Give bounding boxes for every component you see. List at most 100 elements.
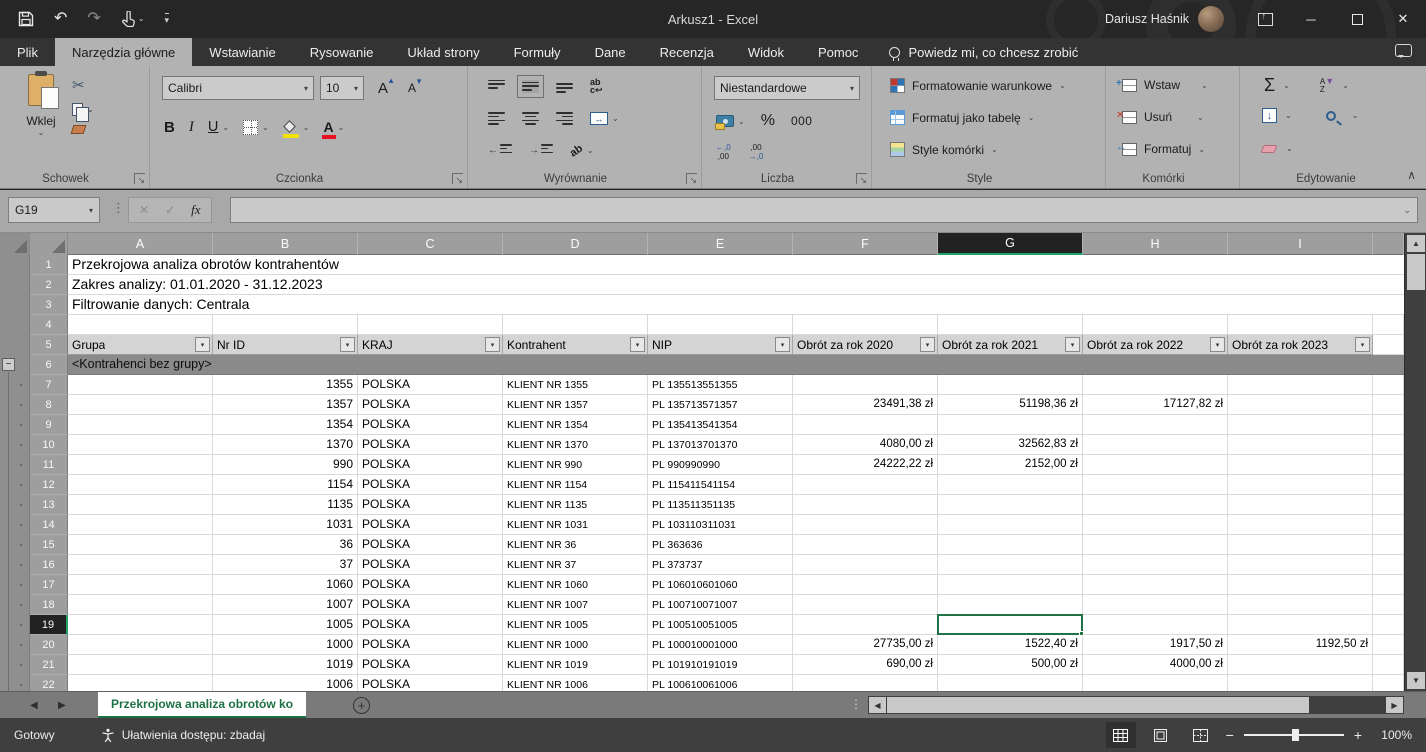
cell[interactable]: 1007: [213, 595, 358, 615]
cell[interactable]: KLIENT NR 1006: [503, 675, 648, 691]
cell[interactable]: [1083, 495, 1228, 515]
cell[interactable]: [793, 415, 938, 435]
cell[interactable]: 1917,50 zł: [1083, 635, 1228, 655]
cell[interactable]: [1373, 315, 1404, 335]
dialog-launcher-alignment[interactable]: ↘: [686, 173, 697, 184]
horizontal-scrollbar[interactable]: ◀ ▶: [868, 696, 1404, 714]
decrease-font-button[interactable]: A▼: [408, 81, 416, 95]
cell[interactable]: POLSKA: [358, 575, 503, 595]
row-header-16[interactable]: 16: [30, 555, 68, 575]
cell[interactable]: 4080,00 zł: [793, 435, 938, 455]
cell[interactable]: [68, 415, 213, 435]
tab-narzędzia-główne[interactable]: Narzędzia główne: [55, 38, 192, 66]
column-header-F[interactable]: F: [793, 233, 938, 255]
group-band[interactable]: <Kontrahenci bez grupy>: [68, 355, 1404, 375]
cell[interactable]: [1373, 455, 1404, 475]
wrap-text-button[interactable]: abc↩: [590, 78, 603, 94]
column-header-partial[interactable]: [1373, 233, 1404, 255]
row-header-8[interactable]: 8: [30, 395, 68, 415]
accessibility-checker[interactable]: Ułatwienia dostępu: zbadaj: [101, 728, 265, 742]
align-center-button[interactable]: [522, 112, 539, 125]
cell[interactable]: [1228, 375, 1373, 395]
cell[interactable]: [1228, 415, 1373, 435]
cell[interactable]: 1060: [213, 575, 358, 595]
increase-font-button[interactable]: A▲: [378, 80, 388, 97]
font-color-button[interactable]: A⌄: [323, 120, 344, 134]
currency-dropdown[interactable]: ⌄: [738, 117, 745, 126]
decrease-indent-button[interactable]: ←: [488, 144, 512, 157]
cell[interactable]: KLIENT NR 1154: [503, 475, 648, 495]
vertical-scroll-thumb[interactable]: [1407, 254, 1425, 290]
minimize-button[interactable]: ─: [1288, 0, 1334, 38]
cell[interactable]: PL 115411541154: [648, 475, 793, 495]
cell[interactable]: [1083, 555, 1228, 575]
fill-dropdown[interactable]: ⌄: [1285, 111, 1292, 120]
column-header-I[interactable]: I: [1228, 233, 1373, 255]
cell[interactable]: [1373, 675, 1404, 691]
select-all-corner[interactable]: [30, 233, 68, 255]
cell[interactable]: 36: [213, 535, 358, 555]
filter-dropdown-icon[interactable]: ▾: [1210, 337, 1225, 352]
cell[interactable]: [938, 515, 1083, 535]
touch-mode-icon[interactable]: ⌄: [121, 11, 145, 27]
save-icon[interactable]: [18, 11, 34, 27]
cell[interactable]: [938, 675, 1083, 691]
cell[interactable]: [1373, 415, 1404, 435]
cell[interactable]: [1083, 435, 1228, 455]
cell[interactable]: PL 100610061006: [648, 675, 793, 691]
find-select-button[interactable]: [1326, 111, 1336, 121]
cell[interactable]: 1005: [213, 615, 358, 635]
cell[interactable]: [938, 415, 1083, 435]
cell[interactable]: KLIENT NR 1355: [503, 375, 648, 395]
row-header-18[interactable]: 18: [30, 595, 68, 615]
row-header-2[interactable]: 2: [30, 275, 68, 295]
cell[interactable]: [1228, 475, 1373, 495]
align-bottom-button[interactable]: [556, 80, 573, 93]
fill-color-button[interactable]: ⌄: [283, 122, 310, 133]
cell[interactable]: [938, 595, 1083, 615]
cell[interactable]: [1083, 675, 1228, 691]
filter-header-4[interactable]: Kontrahent▾: [503, 335, 648, 355]
cell[interactable]: 51198,36 zł: [938, 395, 1083, 415]
cell[interactable]: PL 100710071007: [648, 595, 793, 615]
cell[interactable]: [793, 575, 938, 595]
row-header-13[interactable]: 13: [30, 495, 68, 515]
tab-recenzja[interactable]: Recenzja: [643, 38, 731, 66]
user-avatar[interactable]: [1198, 6, 1224, 32]
cell[interactable]: [1373, 495, 1404, 515]
font-size-dropdown[interactable]: ▾: [354, 84, 358, 93]
cell[interactable]: [1228, 495, 1373, 515]
selected-cell[interactable]: [937, 614, 1083, 635]
cell[interactable]: POLSKA: [358, 535, 503, 555]
touch-mode-dropdown[interactable]: ⌄: [138, 15, 145, 23]
fill-button[interactable]: ↓: [1262, 108, 1277, 123]
cell[interactable]: [793, 315, 938, 335]
percent-format-button[interactable]: %: [761, 112, 775, 130]
scroll-up-icon[interactable]: ▲: [1407, 235, 1425, 252]
row-header-15[interactable]: 15: [30, 535, 68, 555]
zoom-slider[interactable]: [1244, 734, 1344, 736]
collapse-ribbon-icon[interactable]: ∧: [1407, 168, 1416, 182]
cell[interactable]: [1373, 595, 1404, 615]
fill-color-dropdown[interactable]: ⌄: [303, 123, 310, 132]
cell[interactable]: KLIENT NR 1007: [503, 595, 648, 615]
cell[interactable]: [68, 675, 213, 691]
cell[interactable]: KLIENT NR 1031: [503, 515, 648, 535]
cell[interactable]: [213, 315, 358, 335]
find-select-dropdown[interactable]: ⌄: [1352, 111, 1359, 120]
cell[interactable]: [503, 315, 648, 335]
cell[interactable]: [1083, 415, 1228, 435]
cell[interactable]: 24222,22 zł: [793, 455, 938, 475]
cell[interactable]: 32562,83 zł: [938, 435, 1083, 455]
borders-button[interactable]: ⌄: [243, 120, 269, 135]
cell[interactable]: [1083, 475, 1228, 495]
vertical-scrollbar[interactable]: ▲ ▼: [1404, 233, 1426, 691]
cell[interactable]: 500,00 zł: [938, 655, 1083, 675]
cell[interactable]: [1373, 535, 1404, 555]
cell[interactable]: PL 101910191019: [648, 655, 793, 675]
zoom-in-icon[interactable]: +: [1354, 727, 1362, 743]
sort-filter-dropdown[interactable]: ⌄: [1342, 81, 1349, 90]
cell[interactable]: 1370: [213, 435, 358, 455]
column-header-C[interactable]: C: [358, 233, 503, 255]
enter-icon[interactable]: ✓: [165, 203, 175, 217]
